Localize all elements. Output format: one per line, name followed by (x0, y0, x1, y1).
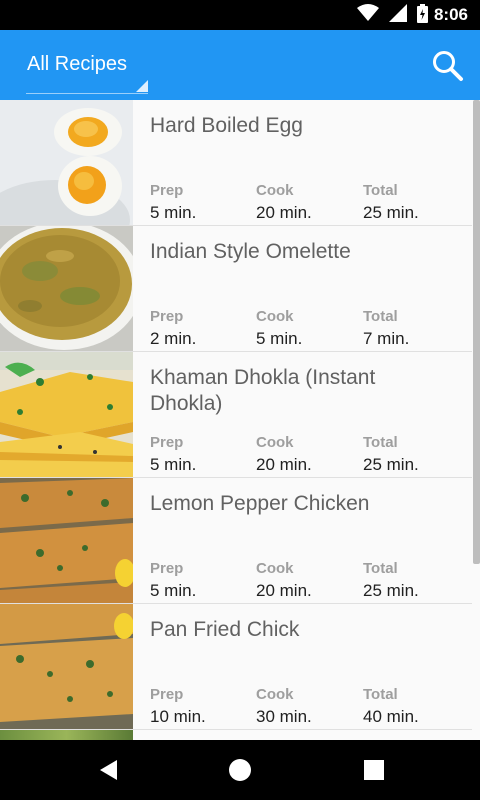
clock: 8:06 (433, 5, 468, 24)
recipe-row[interactable]: Khaman Dhokla (Instant Dhokla) Prep 5 mi… (0, 352, 472, 478)
total-label: Total (363, 182, 398, 199)
recipe-title: Hard Boiled Egg (150, 114, 303, 137)
dropdown-indicator-icon (136, 80, 148, 92)
total-time: Total 40 min. (363, 686, 419, 727)
prep-value: 10 min. (150, 707, 206, 726)
cook-label: Cook (256, 182, 294, 199)
recipe-row[interactable]: Lemon Pepper Chicken Prep 5 min. Cook 20… (0, 478, 472, 604)
cook-value: 30 min. (256, 707, 312, 726)
cook-time: Cook 5 min. (256, 308, 302, 349)
app-bar: All Recipes (0, 30, 480, 100)
app-bar-title: All Recipes (27, 53, 128, 75)
total-value: 25 min. (363, 455, 419, 474)
home-icon[interactable] (226, 756, 254, 784)
cook-label: Cook (256, 560, 294, 577)
prep-value: 2 min. (150, 329, 197, 348)
prep-value: 5 min. (150, 581, 197, 600)
pan-fried-chicken-photo (0, 604, 133, 729)
cook-value: 5 min. (256, 329, 303, 348)
prep-time: Prep 5 min. (150, 560, 196, 601)
total-label: Total (363, 434, 398, 451)
prep-value: 5 min. (150, 203, 197, 222)
status-bar: 8:06 (0, 0, 480, 30)
total-value: 40 min. (363, 707, 419, 726)
total-value: 25 min. (363, 203, 419, 222)
cook-value: 20 min. (256, 455, 312, 474)
navigation-bar (0, 740, 480, 800)
cook-value: 20 min. (256, 203, 312, 222)
total-label: Total (363, 686, 398, 703)
wifi-icon (356, 4, 379, 26)
cook-label: Cook (256, 434, 294, 451)
spinner-underline (26, 93, 148, 94)
prep-time: Prep 5 min. (150, 434, 196, 475)
recipe-row[interactable]: Pan Fried Chick Prep 10 min. Cook 30 min… (0, 604, 472, 730)
recipe-title: Lemon Pepper Chicken (150, 492, 370, 515)
cook-label: Cook (256, 686, 294, 703)
prep-time: Prep 10 min. (150, 686, 206, 727)
total-label: Total (363, 560, 398, 577)
list-scrollbar[interactable] (473, 100, 480, 564)
lemon-chicken-photo (0, 478, 133, 603)
total-time: Total 25 min. (363, 182, 419, 223)
total-value: 7 min. (363, 329, 410, 348)
prep-label: Prep (150, 434, 184, 451)
recipe-row[interactable]: Hard Boiled Egg Prep 5 min. Cook 20 min.… (0, 100, 472, 226)
recipe-filter-spinner[interactable]: All Recipes (16, 40, 148, 94)
recipe-title: Pan Fried Chick (150, 618, 300, 641)
signal-icon (388, 4, 407, 26)
prep-value: 5 min. (150, 455, 197, 474)
prep-label: Prep (150, 686, 184, 703)
recipe-title: Indian Style Omelette (150, 240, 351, 263)
total-value: 25 min. (363, 581, 419, 600)
recipe-row[interactable]: Indian Style Omelette Prep 2 min. Cook 5… (0, 226, 472, 352)
total-time: Total 7 min. (363, 308, 409, 349)
total-time: Total 25 min. (363, 560, 419, 601)
prep-label: Prep (150, 560, 184, 577)
cook-time: Cook 20 min. (256, 560, 312, 601)
next-recipe-photo (0, 730, 133, 740)
prep-label: Prep (150, 182, 184, 199)
battery-icon (416, 3, 428, 27)
dhokla-photo (0, 352, 133, 477)
boiled-egg-photo (0, 100, 133, 225)
prep-label: Prep (150, 308, 184, 325)
back-icon[interactable] (95, 756, 123, 784)
search-icon[interactable] (430, 48, 466, 84)
cook-time: Cook 20 min. (256, 434, 312, 475)
recipe-list[interactable]: Hard Boiled Egg Prep 5 min. Cook 20 min.… (0, 100, 472, 740)
total-time: Total 25 min. (363, 434, 419, 475)
cook-label: Cook (256, 308, 294, 325)
prep-time: Prep 5 min. (150, 182, 196, 223)
prep-time: Prep 2 min. (150, 308, 196, 349)
total-label: Total (363, 308, 398, 325)
recents-icon[interactable] (360, 756, 388, 784)
cook-value: 20 min. (256, 581, 312, 600)
omelette-photo (0, 226, 133, 351)
cook-time: Cook 20 min. (256, 182, 312, 223)
cook-time: Cook 30 min. (256, 686, 312, 727)
recipe-title: Khaman Dhokla (Instant Dhokla) (150, 366, 376, 415)
